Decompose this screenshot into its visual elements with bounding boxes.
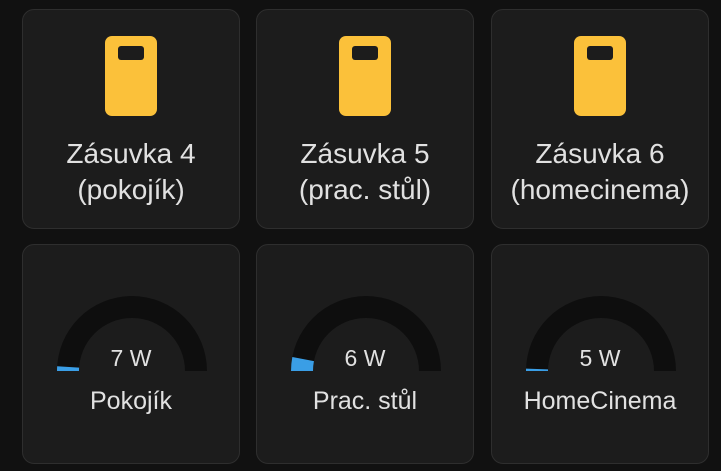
button-card-zasuvka-5[interactable]: Zásuvka 5 (prac. stůl): [256, 9, 474, 229]
power-socket-icon: [105, 36, 157, 116]
gauge-name: Prac. stůl: [312, 387, 418, 415]
button-name: Zásuvka 4 (pokojík): [66, 138, 196, 205]
gauge-value: 7 W: [110, 345, 152, 371]
button-card-zasuvka-4[interactable]: Zásuvka 4 (pokojík): [22, 9, 240, 229]
gauge-name: HomeCinema: [523, 387, 677, 415]
button-name: Zásuvka 6 (homecinema): [510, 138, 690, 205]
gauge-value: 5 W: [579, 345, 621, 371]
button-card-zasuvka-6[interactable]: Zásuvka 6 (homecinema): [491, 9, 709, 229]
gauge-card-pokojik[interactable]: 7 W Pokojík: [22, 244, 240, 464]
button-name: Zásuvka 5 (prac. stůl): [298, 138, 432, 205]
power-socket-icon: [339, 36, 391, 116]
gauge-value: 6 W: [344, 345, 386, 371]
power-socket-icon: [574, 36, 626, 116]
gauge-card-prac-stul[interactable]: 6 W Prac. stůl: [256, 244, 474, 464]
gauge-card-homecinema[interactable]: 5 W HomeCinema: [491, 244, 709, 464]
gauge-name: Pokojík: [90, 387, 172, 415]
